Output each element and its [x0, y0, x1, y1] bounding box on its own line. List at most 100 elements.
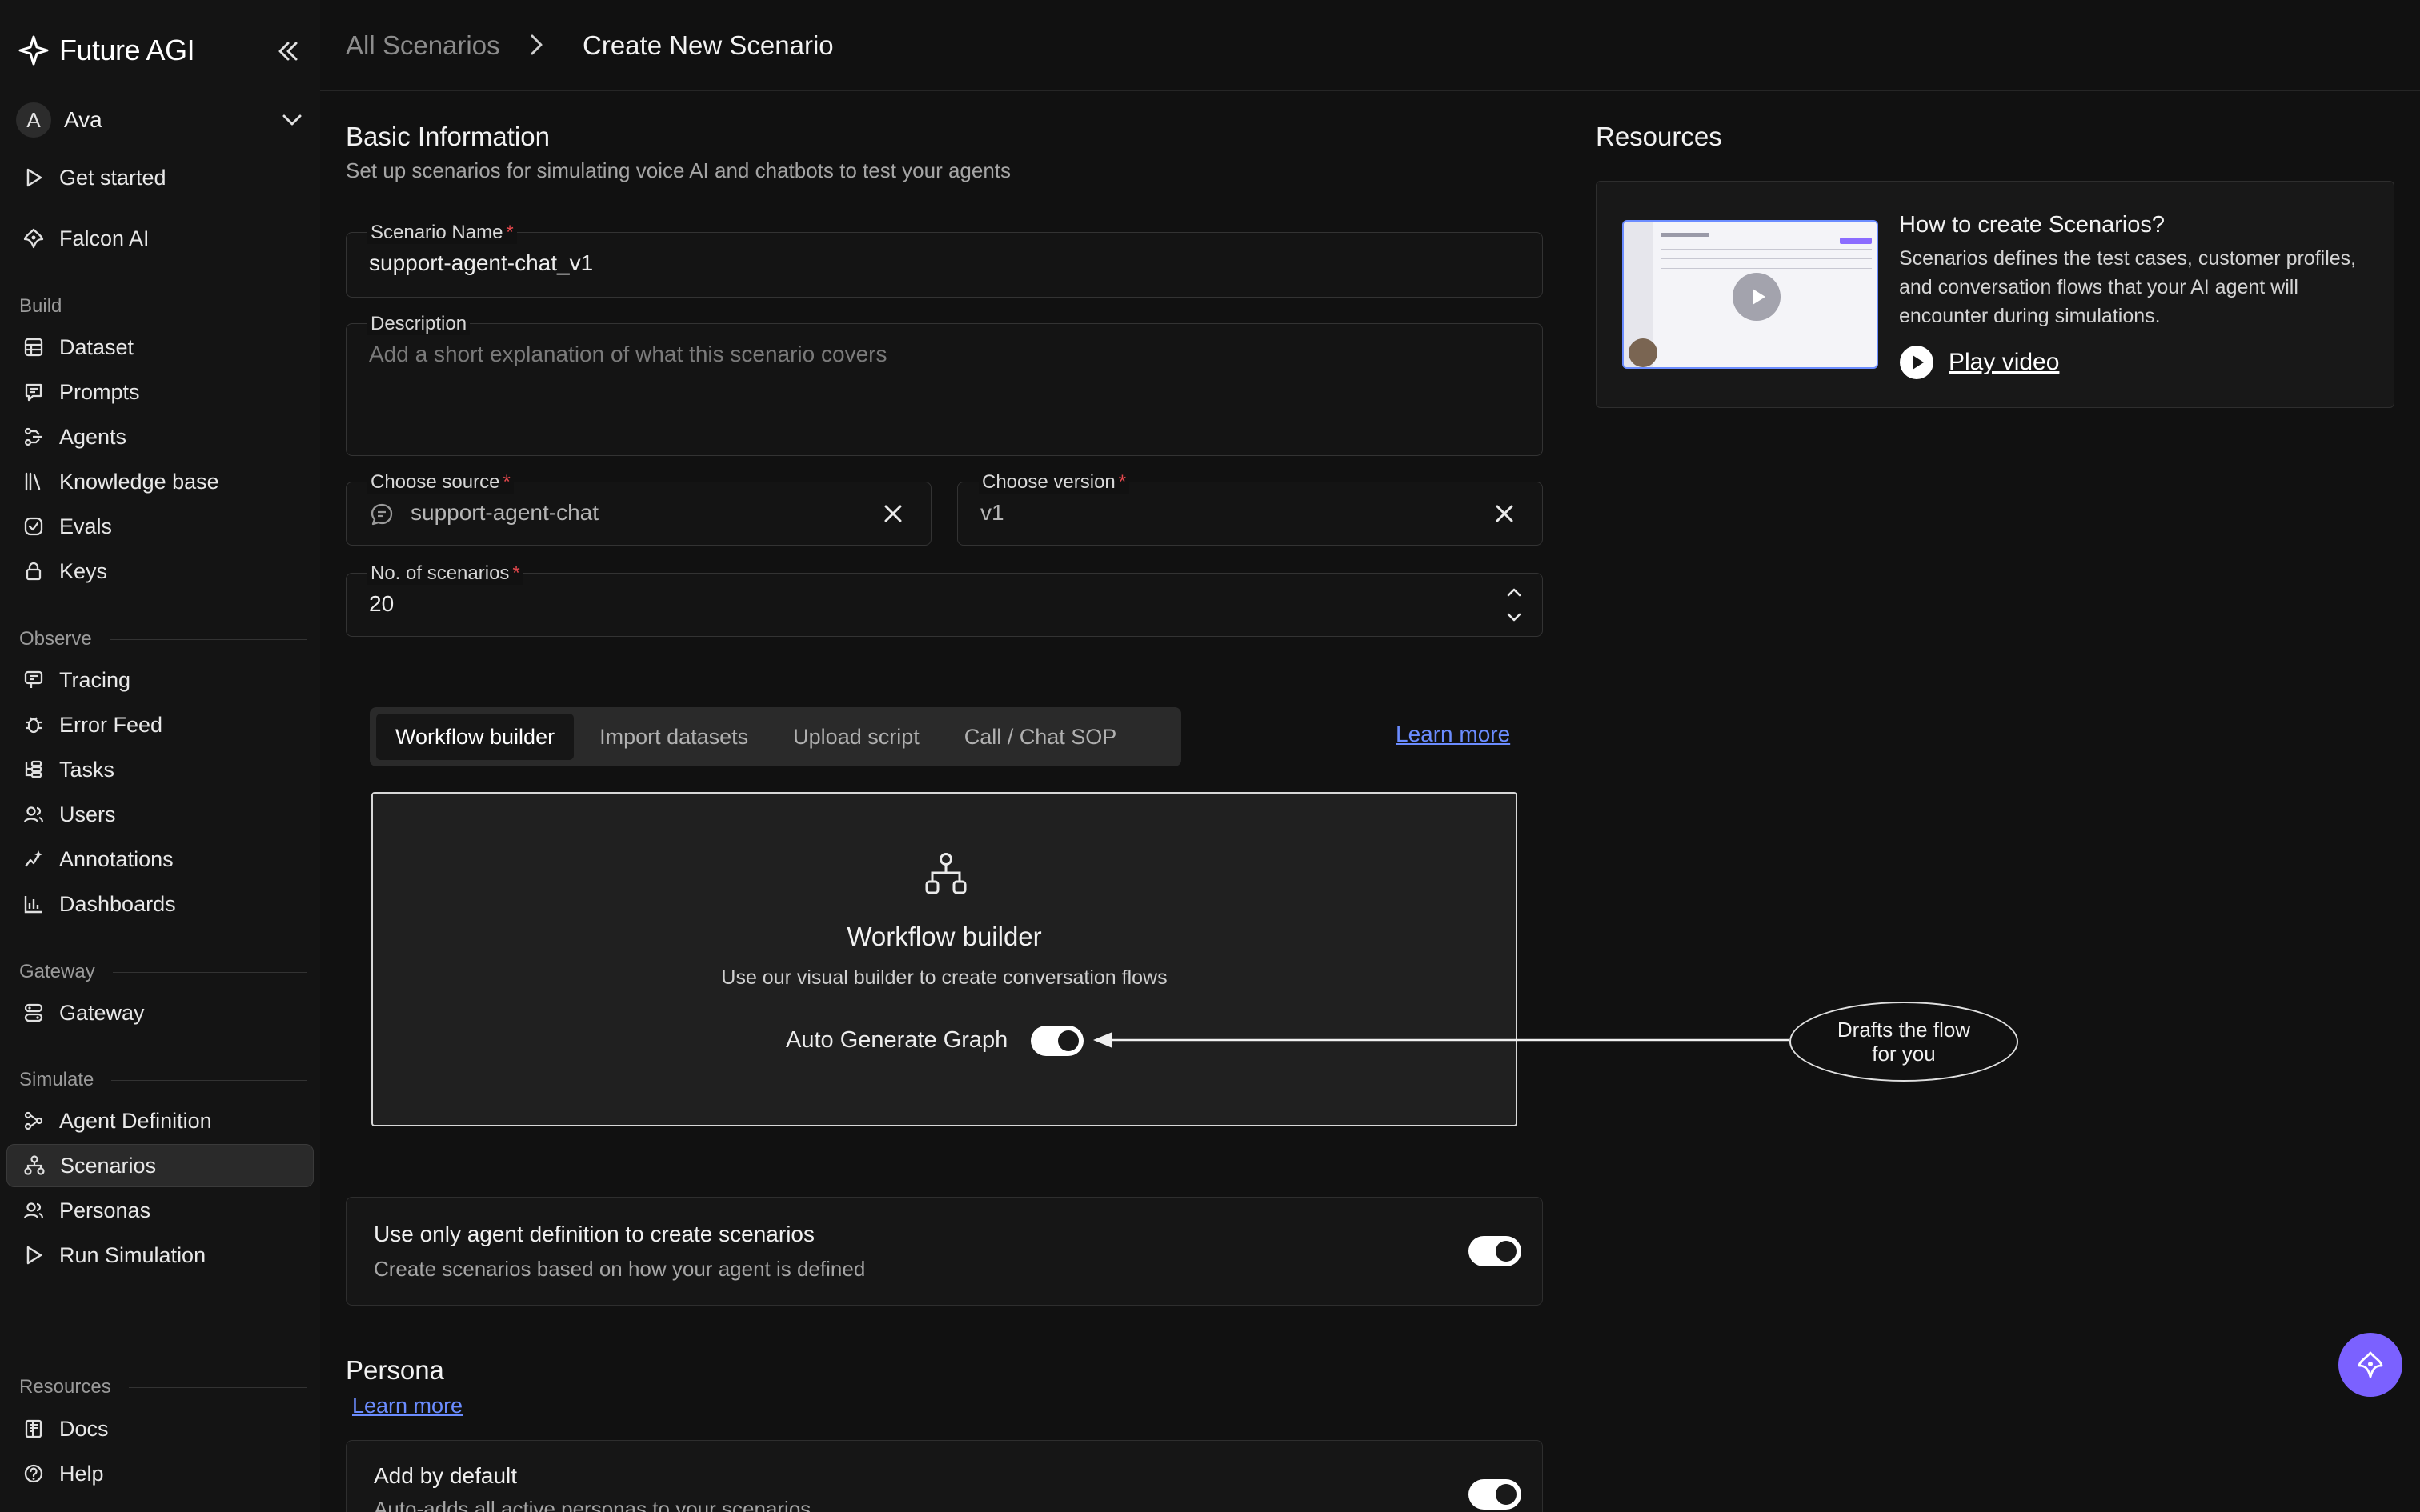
persona-learn-more-link[interactable]: Learn more — [352, 1394, 463, 1418]
choose-source-label: Choose source * — [367, 471, 514, 494]
scenario-count-stepper[interactable]: No. of scenarios * 20 — [346, 562, 1543, 637]
thumbnail-row — [1661, 268, 1872, 269]
section-label-text: Gateway — [19, 961, 95, 982]
sidebar-item-label: Dashboards — [59, 891, 176, 916]
sidebar-item-error-feed[interactable]: Error Feed — [6, 703, 314, 746]
sidebar-item-evals[interactable]: Evals — [6, 505, 314, 548]
agent-definition-only-toggle[interactable] — [1468, 1236, 1521, 1266]
sidebar-item-dataset[interactable]: Dataset — [6, 326, 314, 369]
sidebar-item-label: Dataset — [59, 334, 134, 359]
resource-card-description: Scenarios defines the test cases, custom… — [1899, 247, 2357, 327]
brand-logo[interactable]: Future AGI — [18, 34, 195, 67]
breadcrumb-parent[interactable]: All Scenarios — [346, 30, 500, 61]
agent-definition-only-card: Use only agent definition to create scen… — [346, 1197, 1543, 1306]
annotation-line-2: for you — [1872, 1042, 1936, 1066]
choose-version-label: Choose version * — [979, 471, 1130, 494]
scenario-count-label: No. of scenarios * — [367, 562, 523, 585]
field-label-text: Choose version — [982, 471, 1116, 493]
sidebar-item-knowledge-base[interactable]: Knowledge base — [6, 460, 314, 503]
sidebar-item-label: Tasks — [59, 757, 115, 782]
add-by-default-toggle[interactable] — [1468, 1479, 1521, 1510]
sidebar-item-label: Agent Definition — [59, 1108, 212, 1133]
sidebar-item-label: Help — [59, 1461, 104, 1486]
sidebar-item-tasks[interactable]: Tasks — [6, 748, 314, 791]
sidebar-item-personas[interactable]: Personas — [6, 1189, 314, 1232]
clear-source-icon[interactable] — [879, 500, 907, 527]
section-label-resources: Resources — [19, 1376, 307, 1398]
sidebar-item-gateway[interactable]: Gateway — [6, 991, 314, 1034]
sidebar-item-keys[interactable]: Keys — [6, 550, 314, 593]
sidebar-item-users[interactable]: Users — [6, 793, 314, 836]
thumbnail-title-line — [1661, 233, 1709, 237]
bar-chart-icon — [21, 891, 46, 917]
scenario-name-value: support-agent-chat_v1 — [369, 250, 594, 275]
auto-generate-graph-toggle[interactable] — [1031, 1026, 1084, 1056]
choose-version-select[interactable]: Choose version * v1 — [957, 471, 1543, 546]
choose-version-value: v1 — [980, 500, 1004, 525]
sidebar-item-docs[interactable]: Docs — [6, 1407, 314, 1450]
user-switcher[interactable]: A Ava — [16, 102, 304, 138]
sidebar-item-annotations[interactable]: Annotations — [6, 838, 314, 881]
section-label-simulate: Simulate — [19, 1069, 307, 1091]
sidebar-item-falcon-ai[interactable]: Falcon AI — [6, 217, 314, 260]
sidebar-item-label: Annotations — [59, 846, 174, 871]
section-divider — [112, 971, 307, 973]
field-label-text: Choose source — [371, 471, 500, 493]
falcon-icon — [2354, 1349, 2386, 1381]
falcon-assistant-button[interactable] — [2338, 1333, 2402, 1397]
choose-source-select[interactable]: Choose source * support-agent-chat — [346, 471, 932, 546]
annotation-icon — [21, 846, 46, 872]
agent-definition-icon — [21, 1108, 46, 1134]
section-label-text: Simulate — [19, 1069, 94, 1090]
learn-more-link[interactable]: Learn more — [1396, 722, 1510, 747]
collapse-sidebar-icon[interactable] — [272, 37, 304, 66]
sidebar-item-prompts[interactable]: Prompts — [6, 370, 314, 414]
sidebar-item-scenarios[interactable]: Scenarios — [6, 1144, 314, 1187]
library-icon — [21, 469, 46, 494]
play-video-link[interactable]: Play video — [1899, 345, 2059, 380]
video-thumbnail[interactable] — [1622, 220, 1878, 369]
play-icon — [21, 165, 46, 190]
sidebar-item-agent-definition[interactable]: Agent Definition — [6, 1099, 314, 1142]
tab-import-datasets[interactable]: Import datasets — [580, 714, 767, 760]
sidebar-item-dashboards[interactable]: Dashboards — [6, 882, 314, 926]
auto-generate-graph-label: Auto Generate Graph — [786, 1027, 1008, 1053]
clear-version-icon[interactable] — [1491, 500, 1518, 527]
section-title-basic-information: Basic Information — [346, 122, 550, 151]
sidebar-item-run-simulation[interactable]: Run Simulation — [6, 1234, 314, 1277]
add-by-default-subtitle: Auto-adds all active personas to your sc… — [374, 1497, 811, 1512]
tracing-icon — [21, 667, 46, 693]
chevron-up-icon[interactable] — [1504, 583, 1525, 601]
section-label-gateway: Gateway — [19, 961, 307, 983]
resources-title: Resources — [1596, 122, 1722, 151]
description-field[interactable]: Description Add a short explanation of w… — [346, 313, 1543, 456]
chat-bubble-icon — [369, 502, 395, 527]
docs-icon — [21, 1416, 46, 1442]
section-divider — [128, 1386, 307, 1388]
tab-workflow-builder[interactable]: Workflow builder — [376, 714, 575, 760]
scenarios-icon — [22, 1153, 47, 1178]
chevron-down-icon[interactable] — [1504, 609, 1525, 626]
sidebar: Future AGI A Ava Get started Falcon AI B… — [0, 0, 320, 1512]
tab-upload-script[interactable]: Upload script — [774, 714, 939, 760]
field-label-text: No. of scenarios — [371, 562, 510, 584]
sidebar-item-tracing[interactable]: Tracing — [6, 658, 314, 702]
add-by-default-card: Add by default Auto-adds all active pers… — [346, 1440, 1543, 1512]
table-icon — [21, 334, 46, 360]
sidebar-item-help[interactable]: Help — [6, 1452, 314, 1495]
sidebar-item-agents[interactable]: Agents — [6, 415, 314, 458]
section-label-observe: Observe — [19, 628, 307, 650]
workflow-builder-title: Workflow builder — [847, 922, 1042, 951]
scenario-name-field[interactable]: Scenario Name * support-agent-chat_v1 — [346, 222, 1543, 298]
tab-call-chat-sop[interactable]: Call / Chat SOP — [945, 714, 1136, 760]
gateway-icon — [21, 1000, 46, 1026]
agent-definition-only-title: Use only agent definition to create scen… — [374, 1222, 815, 1246]
section-label-text: Resources — [19, 1376, 111, 1398]
sidebar-item-get-started[interactable]: Get started — [6, 156, 314, 199]
breadcrumb-current: Create New Scenario — [583, 30, 834, 60]
section-divider — [111, 1079, 307, 1081]
section-label-build: Build — [19, 295, 307, 318]
falcon-icon — [21, 226, 46, 251]
sidebar-item-label: Error Feed — [59, 712, 163, 737]
play-icon — [21, 1242, 46, 1268]
